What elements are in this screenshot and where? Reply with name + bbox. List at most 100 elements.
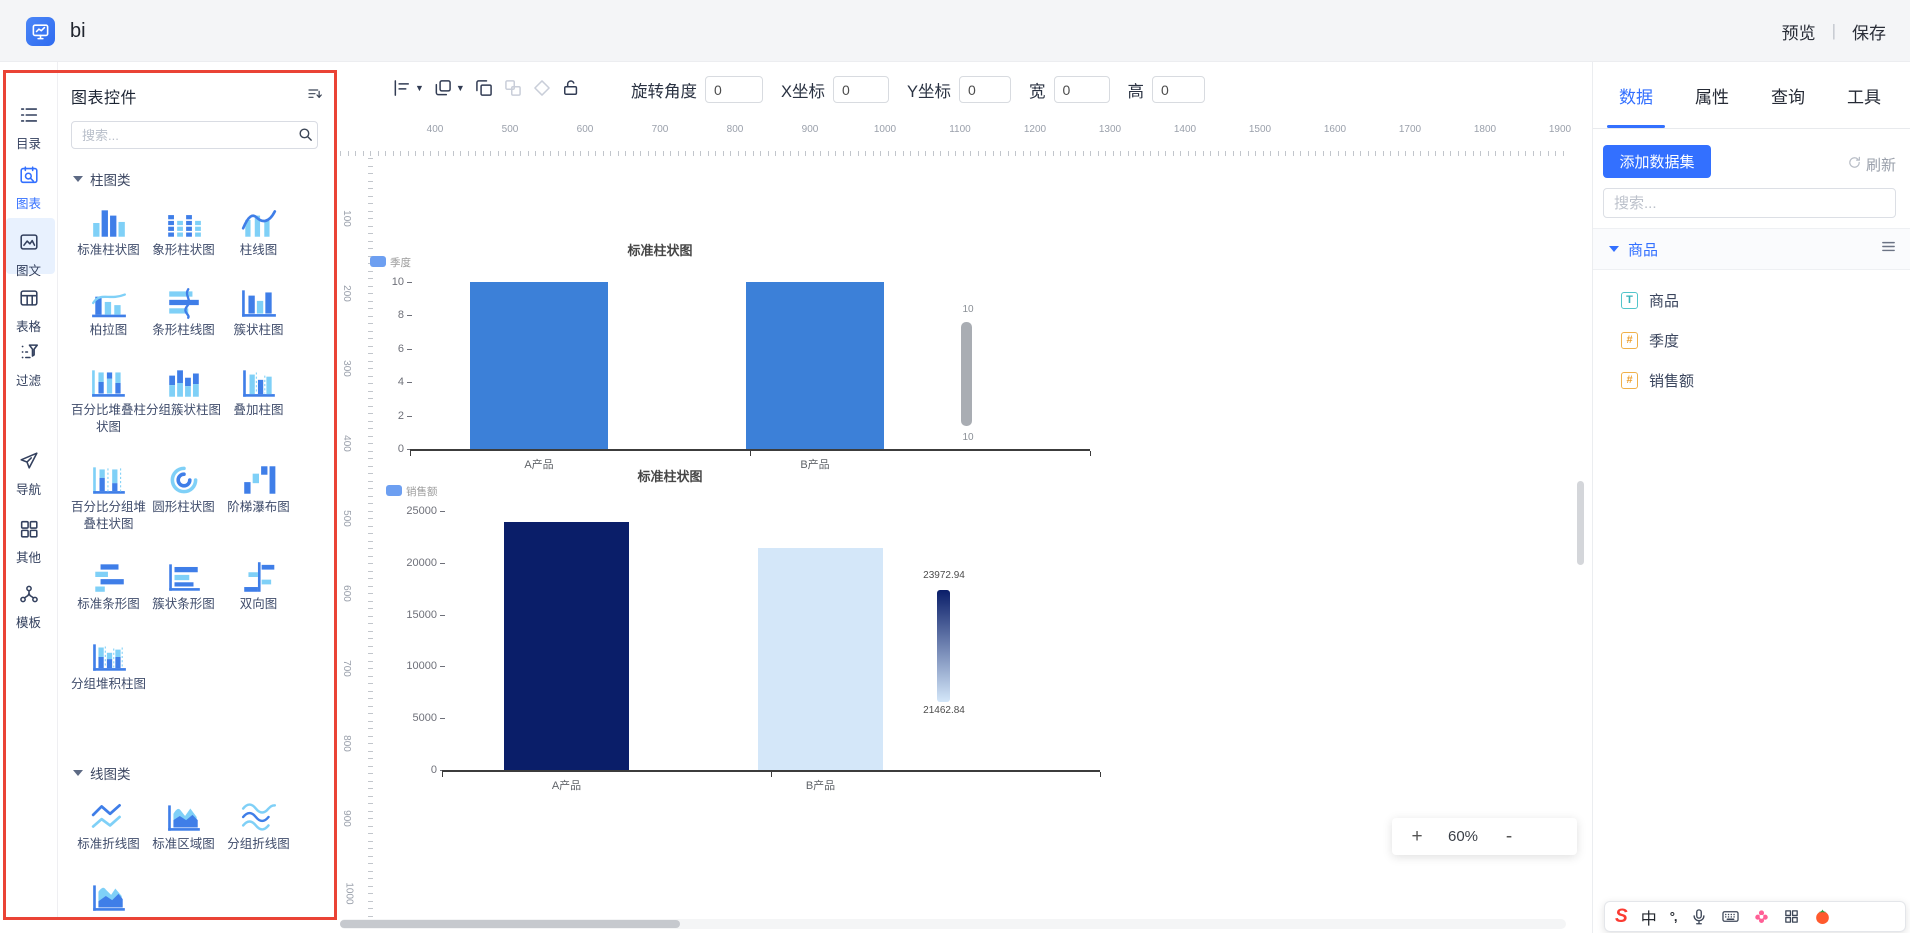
section-label: 线图类 bbox=[90, 763, 131, 783]
toolbar-field-input[interactable] bbox=[1054, 76, 1110, 103]
sidebar-item-catalog[interactable]: 目录 bbox=[0, 104, 57, 152]
tab-数据[interactable]: 数据 bbox=[1619, 62, 1653, 128]
sidebar-item-other[interactable]: 其他 bbox=[0, 518, 57, 566]
sidebar-item-table[interactable]: 表格 bbox=[0, 287, 57, 335]
datazoom-slider[interactable] bbox=[961, 322, 972, 426]
unlock-icon[interactable] bbox=[561, 78, 581, 98]
filter-icon bbox=[18, 350, 40, 367]
layer-icon[interactable]: ▼ bbox=[433, 78, 465, 98]
widget-item[interactable]: 簇状条形图 bbox=[146, 557, 221, 613]
widget-item-label: 分组折线图 bbox=[221, 836, 296, 853]
widget-panel-title: 图表控件 bbox=[71, 84, 137, 108]
sogou-logo-icon[interactable]: S bbox=[1615, 906, 1628, 928]
zoom-control: + 60% - bbox=[1392, 818, 1577, 855]
area-grouped-icon bbox=[71, 877, 146, 913]
field-list-icon[interactable] bbox=[1880, 238, 1897, 260]
sidebar-item-template[interactable]: 模板 bbox=[0, 583, 57, 631]
keyboard-icon[interactable] bbox=[1721, 907, 1740, 926]
caret-down-icon bbox=[73, 770, 83, 776]
align-icon[interactable]: ▼ bbox=[392, 78, 424, 98]
widget-item-label: 阶梯瀑布图 bbox=[221, 499, 296, 516]
widget-grid: 标准折线图标准区域图分组折线图分组区域图 bbox=[71, 797, 323, 920]
preview-button[interactable]: 预览 bbox=[1782, 19, 1816, 44]
widget-item-label: 分组堆积柱图 bbox=[71, 676, 146, 693]
dataset-field-销售额[interactable]: #销售额 bbox=[1593, 360, 1910, 400]
microphone-icon[interactable] bbox=[1690, 908, 1708, 926]
section-header-line-charts[interactable]: 线图类 bbox=[73, 763, 323, 783]
sidebar-item-filter[interactable]: 过滤 bbox=[0, 341, 57, 389]
tab-查询[interactable]: 查询 bbox=[1771, 62, 1805, 128]
widget-item[interactable]: 阶梯瀑布图 bbox=[221, 460, 296, 533]
image-text-icon bbox=[18, 240, 40, 257]
widget-item[interactable]: 分组簇状柱图 bbox=[146, 363, 221, 436]
widget-item[interactable]: 双向图 bbox=[221, 557, 296, 613]
toolbar-field-input[interactable] bbox=[1152, 76, 1205, 103]
chart-widget-panel: 图表控件 柱图类标准柱状图象形柱状图柱线图柏拉图条形柱线图簇状柱图百分比堆叠柱状… bbox=[57, 62, 337, 920]
horizontal-ruler: 4005006007008009001000110012001300140015… bbox=[340, 122, 1566, 158]
collapse-panel-icon[interactable] bbox=[307, 86, 323, 107]
add-dataset-button[interactable]: 添加数据集 bbox=[1603, 145, 1711, 178]
widget-item[interactable]: 分组区域图 bbox=[71, 877, 146, 920]
widget-item[interactable]: 标准折线图 bbox=[71, 797, 146, 853]
zoom-in-button[interactable]: + bbox=[1410, 826, 1424, 848]
punctuation-icon[interactable]: °, bbox=[1670, 909, 1677, 924]
legend-swatch-icon[interactable] bbox=[386, 485, 402, 496]
sidebar-item-charts[interactable]: 图表 bbox=[0, 164, 57, 212]
tab-工具[interactable]: 工具 bbox=[1847, 62, 1881, 128]
flower-icon[interactable] bbox=[1753, 908, 1770, 925]
toolbar-field-input[interactable] bbox=[833, 76, 889, 103]
bring-front-icon[interactable] bbox=[474, 78, 494, 98]
chart-icon bbox=[18, 173, 40, 190]
widget-item-label: 标准条形图 bbox=[71, 596, 146, 613]
widget-item[interactable]: 象形柱状图 bbox=[146, 203, 221, 259]
widget-item[interactable]: 叠加柱图 bbox=[221, 363, 296, 436]
legend-swatch-icon[interactable] bbox=[370, 256, 386, 267]
sidebar-item-richtext[interactable]: 图文 bbox=[0, 231, 57, 279]
save-button[interactable]: 保存 bbox=[1852, 19, 1886, 44]
widget-item[interactable]: 圆形柱状图 bbox=[146, 460, 221, 533]
search-icon[interactable] bbox=[297, 126, 314, 148]
x-axis-category-label: A产品 bbox=[524, 456, 553, 472]
dataset-field-季度[interactable]: #季度 bbox=[1593, 320, 1910, 360]
ruler-label: 400 bbox=[427, 124, 444, 135]
widget-item[interactable]: 条形柱线图 bbox=[146, 283, 221, 339]
widget-item[interactable]: 柱线图 bbox=[221, 203, 296, 259]
widget-item[interactable]: 百分比堆叠柱状图 bbox=[71, 363, 146, 436]
toolbox-grid-icon[interactable] bbox=[1783, 908, 1800, 925]
widget-item[interactable]: 标准区域图 bbox=[146, 797, 221, 853]
widget-search-input[interactable] bbox=[71, 121, 318, 149]
horizontal-scrollbar-thumb[interactable] bbox=[340, 920, 680, 928]
widget-item[interactable]: 分组堆积柱图 bbox=[71, 637, 146, 693]
zoom-out-button[interactable]: - bbox=[1502, 826, 1516, 848]
widget-item[interactable]: 分组折线图 bbox=[221, 797, 296, 853]
datazoom-min-label: 10 bbox=[962, 432, 973, 443]
refresh-button[interactable]: 刷新 bbox=[1847, 154, 1896, 175]
widget-item[interactable]: 柏拉图 bbox=[71, 283, 146, 339]
chinese-mode-icon[interactable]: 中 bbox=[1641, 905, 1657, 929]
ruler-label: 1500 bbox=[1249, 124, 1271, 135]
dataset-search-input[interactable] bbox=[1603, 188, 1896, 218]
tomato-icon[interactable] bbox=[1813, 907, 1832, 926]
toolbar-field-input[interactable] bbox=[959, 76, 1011, 103]
sidebar-item-label: 表格 bbox=[0, 316, 57, 335]
widget-item[interactable]: 簇状柱图 bbox=[221, 283, 296, 339]
widget-item-label: 叠加柱图 bbox=[221, 402, 296, 419]
toolbar-field-input[interactable] bbox=[705, 76, 763, 103]
ruler-label: 700 bbox=[652, 124, 669, 135]
vertical-scrollbar-thumb[interactable] bbox=[1577, 481, 1584, 565]
app-logo-icon bbox=[26, 17, 55, 46]
sidebar-item-label: 目录 bbox=[0, 133, 57, 152]
widget-item[interactable]: 百分比分组堆叠柱状图 bbox=[71, 460, 146, 533]
zoom-level: 60% bbox=[1448, 828, 1478, 845]
section-header-column-charts[interactable]: 柱图类 bbox=[73, 169, 323, 189]
dataset-row[interactable]: 商品 bbox=[1593, 228, 1910, 270]
ruler-label: 1400 bbox=[1174, 124, 1196, 135]
sidebar-item-navigate[interactable]: 导航 bbox=[0, 450, 57, 498]
dataset-field-商品[interactable]: T商品 bbox=[1593, 280, 1910, 320]
visualmap-gradient[interactable] bbox=[937, 590, 950, 702]
toolbar-field-0: 旋转角度 bbox=[631, 76, 763, 103]
area-standard-icon bbox=[146, 797, 221, 833]
widget-item[interactable]: 标准条形图 bbox=[71, 557, 146, 613]
widget-item[interactable]: 标准柱状图 bbox=[71, 203, 146, 259]
tab-属性[interactable]: 属性 bbox=[1695, 62, 1729, 128]
